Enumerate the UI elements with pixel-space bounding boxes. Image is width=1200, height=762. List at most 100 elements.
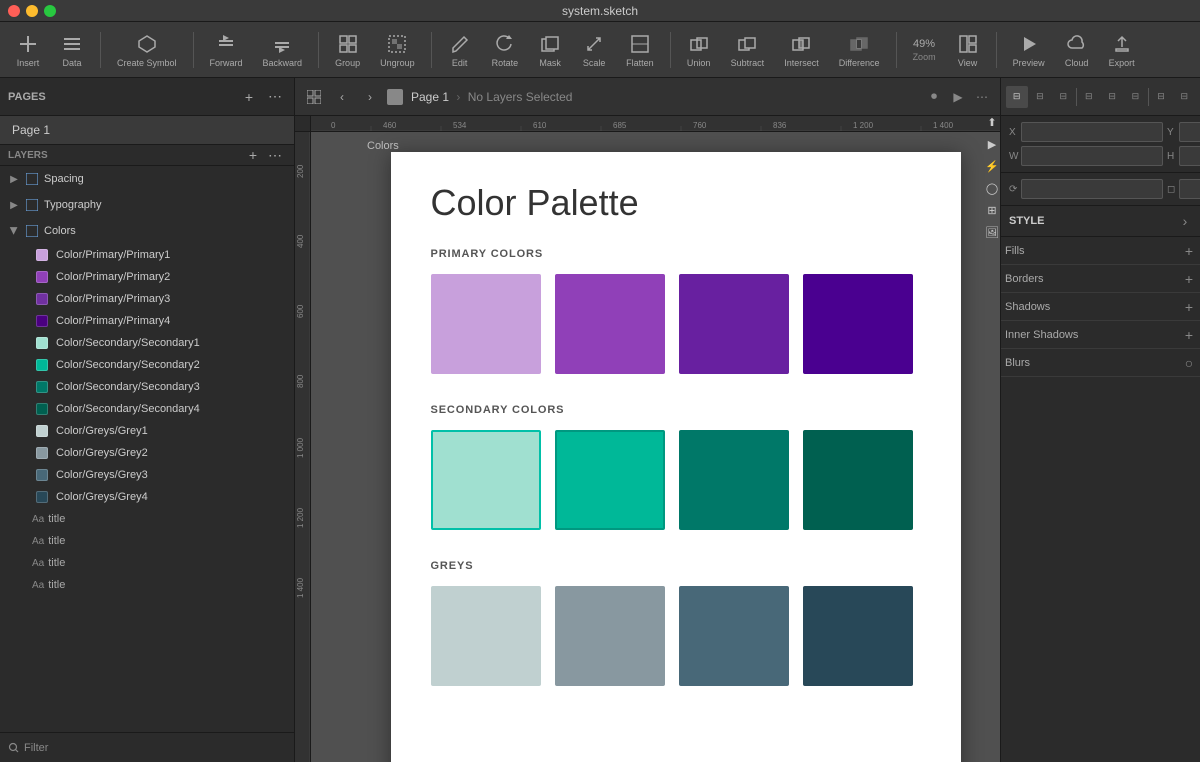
layer-group-typography[interactable]: ▶ Typography — [0, 192, 294, 218]
canvas-scroll[interactable]: Colors Color Palette PRIMARY COLORS — [311, 132, 1000, 762]
blurs-toggle[interactable]: ○ — [1182, 356, 1196, 370]
minimize-button[interactable] — [26, 5, 38, 17]
back-button[interactable]: ‹ — [331, 86, 353, 108]
w-input[interactable] — [1021, 146, 1163, 166]
record-button[interactable]: ⏺ — [924, 87, 944, 107]
layer-item-cp1[interactable]: Color/Primary/Primary1 — [0, 244, 294, 266]
grid-view-button[interactable] — [303, 86, 325, 108]
canvas-area: ‹ › Page 1 › No Layers Selected ⏺ ▶ ⋯ 0 — [295, 78, 1000, 762]
data-tool[interactable]: Data — [52, 28, 92, 72]
view-tool[interactable]: View — [948, 28, 988, 72]
backward-tool[interactable]: Backward — [255, 28, 311, 72]
svg-text:200: 200 — [296, 164, 305, 178]
maximize-button[interactable] — [44, 5, 56, 17]
layer-item-cs3[interactable]: Color/Secondary/Secondary3 — [0, 376, 294, 398]
style-item-borders[interactable]: Borders + — [1001, 265, 1200, 293]
inspector-tab-align-bot[interactable]: ⊟ — [1124, 86, 1146, 108]
group-tool[interactable]: Group — [327, 28, 368, 72]
layer-item-title2[interactable]: Aa title — [0, 530, 294, 552]
layer-item-cp3[interactable]: Color/Primary/Primary3 — [0, 288, 294, 310]
subtract-tool[interactable]: Subtract — [723, 28, 773, 72]
ungroup-tool[interactable]: Ungroup — [372, 28, 423, 72]
scale-tool[interactable]: Scale — [574, 28, 614, 72]
inspector-tab-align-mid[interactable]: ⊟ — [1101, 86, 1123, 108]
add-page-button[interactable]: + — [238, 86, 260, 108]
rotate-tool[interactable]: Rotate — [484, 28, 527, 72]
page-item-1[interactable]: Page 1 — [0, 116, 294, 144]
preview-tool[interactable]: Preview — [1005, 28, 1053, 72]
inspector-tab-dist-h[interactable]: ⊟ — [1150, 86, 1172, 108]
inspector-tab-align-left[interactable]: ⊟ — [1006, 86, 1028, 108]
layer-item-cg2[interactable]: Color/Greys/Grey2 — [0, 442, 294, 464]
cloud-label: Cloud — [1065, 58, 1089, 68]
close-button[interactable] — [8, 5, 20, 17]
union-tool[interactable]: Union — [679, 28, 719, 72]
style-item-inner-shadows[interactable]: Inner Shadows + — [1001, 321, 1200, 349]
angle-input[interactable] — [1021, 179, 1163, 199]
layer-label-title1: title — [48, 513, 294, 525]
forward-tool[interactable]: Forward — [202, 28, 251, 72]
zoom-control[interactable]: 49% Zoom — [905, 34, 944, 66]
intersect-tool[interactable]: Intersect — [776, 28, 827, 72]
title-item-aa2: Aa — [32, 536, 44, 547]
layer-item-title4[interactable]: Aa title — [0, 574, 294, 596]
breadcrumb-page[interactable]: Page 1 — [411, 90, 449, 104]
layer-item-title1[interactable]: Aa title — [0, 508, 294, 530]
layers-menu-button[interactable]: ⋯ — [264, 144, 286, 166]
inspector-tab-align-top[interactable]: ⊟ — [1078, 86, 1100, 108]
circle-action-icon[interactable]: ◯ — [984, 180, 1000, 196]
play-action-icon[interactable]: ▶ — [984, 136, 1000, 152]
window-controls[interactable] — [8, 5, 56, 17]
layer-item-cg4[interactable]: Color/Greys/Grey4 — [0, 486, 294, 508]
color-swatch-cp4 — [36, 315, 48, 327]
edit-label: Edit — [452, 58, 468, 68]
blurs-label: Blurs — [1005, 357, 1182, 369]
play-controls: ⏺ ▶ ⋯ — [924, 87, 992, 107]
y-input[interactable] — [1179, 122, 1200, 142]
layer-item-cp2[interactable]: Color/Primary/Primary2 — [0, 266, 294, 288]
play-button[interactable]: ▶ — [948, 87, 968, 107]
layer-item-cg3[interactable]: Color/Greys/Grey3 — [0, 464, 294, 486]
export-icon — [1110, 32, 1134, 56]
style-item-shadows[interactable]: Shadows + — [1001, 293, 1200, 321]
export-tool[interactable]: Export — [1101, 28, 1143, 72]
layer-item-cs1[interactable]: Color/Secondary/Secondary1 — [0, 332, 294, 354]
toolbar-divider-3 — [318, 32, 319, 68]
secondary-colors-row — [431, 430, 921, 530]
mask-tool[interactable]: Mask — [530, 28, 570, 72]
more-button[interactable]: ⋯ — [972, 87, 992, 107]
layer-group-colors[interactable]: ▶ Colors — [0, 218, 294, 244]
layer-item-cg1[interactable]: Color/Greys/Grey1 — [0, 420, 294, 442]
style-expand-button[interactable]: › — [1178, 214, 1192, 228]
inspector-tab-dist-v[interactable]: ⊟ — [1173, 86, 1195, 108]
radius-input[interactable] — [1179, 179, 1200, 199]
x-input[interactable] — [1021, 122, 1163, 142]
layer-group-spacing[interactable]: ▶ Spacing — [0, 166, 294, 192]
add-layer-button[interactable]: + — [242, 144, 264, 166]
style-item-blurs[interactable]: Blurs ○ — [1001, 349, 1200, 377]
edit-tool[interactable]: Edit — [440, 28, 480, 72]
difference-tool[interactable]: Difference — [831, 28, 888, 72]
insert-tool[interactable]: Insert — [8, 28, 48, 72]
inspector-tab-align-right[interactable]: ⊟ — [1052, 86, 1074, 108]
layer-item-cs2[interactable]: Color/Secondary/Secondary2 — [0, 354, 294, 376]
inspector-tab-align-center[interactable]: ⊟ — [1029, 86, 1051, 108]
lightning-icon[interactable]: ⚡ — [984, 158, 1000, 174]
h-input[interactable] — [1179, 146, 1200, 166]
image-action-icon[interactable]: 🖼 — [984, 224, 1000, 240]
svg-text:1 000: 1 000 — [296, 437, 305, 458]
color-swatch-cg3 — [36, 469, 48, 481]
forward-nav-button[interactable]: › — [359, 86, 381, 108]
layer-item-cs4[interactable]: Color/Secondary/Secondary4 — [0, 398, 294, 420]
angle-label: ⟳ — [1009, 184, 1019, 195]
style-item-fills[interactable]: Fills + — [1001, 237, 1200, 265]
create-symbol-tool[interactable]: Create Symbol — [109, 28, 185, 72]
upload-icon[interactable]: ⬆ — [984, 114, 1000, 130]
grid-action-icon[interactable]: ⊞ — [984, 202, 1000, 218]
layer-item-title3[interactable]: Aa title — [0, 552, 294, 574]
pages-menu-button[interactable]: ⋯ — [264, 86, 286, 108]
layer-item-cp4[interactable]: Color/Primary/Primary4 — [0, 310, 294, 332]
cloud-tool[interactable]: Cloud — [1057, 28, 1097, 72]
flatten-tool[interactable]: Flatten — [618, 28, 662, 72]
coordinates-section: X Y W H — [1001, 116, 1200, 173]
